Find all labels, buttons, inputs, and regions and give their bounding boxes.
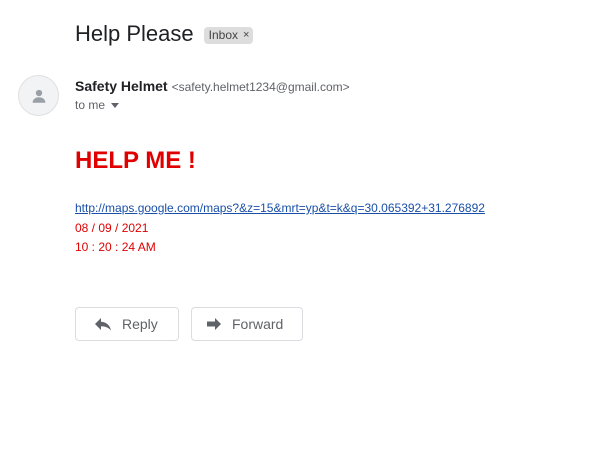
remove-label-icon[interactable]: × [243, 28, 249, 42]
forward-arrow-icon [206, 317, 222, 331]
caret-down-icon[interactable] [111, 103, 120, 108]
sender-line: Safety Helmet <safety.helmet1234@gmail.co… [75, 78, 350, 96]
sender-email: <safety.helmet1234@gmail.com> [171, 80, 350, 94]
body-date: 08 / 09 / 2021 [75, 221, 149, 235]
avatar[interactable] [18, 75, 59, 116]
recipient-line[interactable]: to me [75, 98, 120, 112]
email-subject: Help Please [75, 21, 194, 46]
reply-label: Reply [122, 316, 158, 332]
reply-button[interactable]: Reply [75, 307, 179, 341]
sender-name[interactable]: Safety Helmet [75, 78, 168, 94]
recipient-text: to me [75, 98, 106, 112]
person-icon [32, 89, 45, 103]
body-time: 10 : 20 : 24 AM [75, 240, 156, 254]
forward-label: Forward [232, 316, 284, 332]
forward-button[interactable]: Forward [191, 307, 303, 341]
maps-link[interactable]: http://maps.google.com/maps?&z=15&mrt=yp… [75, 201, 485, 215]
inbox-label-chip[interactable]: Inbox × [203, 26, 254, 44]
label-chip-text: Inbox [208, 27, 238, 42]
body-headline: HELP ME ! [75, 147, 196, 174]
subject-row: Help Please Inbox × [75, 21, 254, 47]
reply-arrow-icon [94, 317, 112, 331]
